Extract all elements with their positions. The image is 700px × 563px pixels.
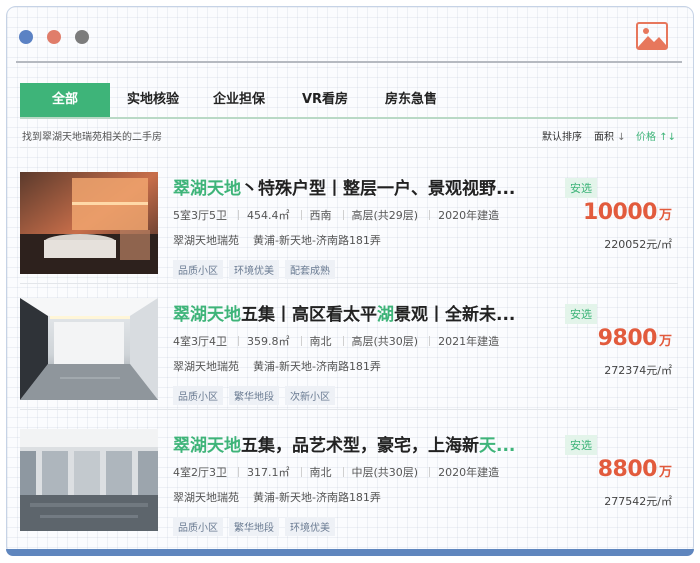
- spec-area: 359.8㎡: [247, 335, 290, 348]
- unit-price: 220052元/㎡: [604, 238, 672, 251]
- sort-price-label: 价格: [636, 132, 656, 143]
- title-keyword: 翠湖天地: [173, 436, 241, 456]
- arrow-down-icon: ↓: [617, 132, 626, 143]
- price-number: 10000: [582, 200, 658, 225]
- price-number: 8800: [597, 457, 658, 482]
- spec-year: 2020年建造: [438, 209, 500, 222]
- listing-address: 翠湖天地瑞苑 黄浦-新天地-济南路181弄: [173, 358, 381, 374]
- price-unit: 万: [658, 208, 672, 223]
- listing-photo[interactable]: [20, 172, 158, 274]
- title-text: 丶特殊户型丨整层一户、景观视野...: [241, 179, 516, 199]
- spec-layout: 4室3厅4卫: [173, 335, 227, 348]
- title-keyword: 天...: [479, 436, 516, 456]
- sort-default[interactable]: 默认排序: [542, 128, 582, 143]
- window-dot-gray[interactable]: [75, 30, 89, 44]
- tag: 品质小区: [173, 517, 223, 536]
- verified-badge: 安选: [565, 178, 597, 198]
- tag: 繁华地段: [229, 517, 279, 536]
- title-text: 五集，品艺术型，豪宅，上海新: [241, 436, 479, 456]
- title-keyword: 翠湖天地: [173, 305, 241, 325]
- tag: 环境优美: [285, 517, 335, 536]
- unit-price: 277542元/㎡: [604, 495, 672, 508]
- tag: 环境优美: [229, 260, 279, 279]
- listing-photo[interactable]: [20, 429, 158, 531]
- verified-badge: 安选: [565, 304, 597, 324]
- listing-title[interactable]: 翠湖天地五集，品艺术型，豪宅，上海新天...: [173, 431, 545, 456]
- community-link[interactable]: 翠湖天地瑞苑: [173, 360, 239, 373]
- sort-area[interactable]: 面积 ↓: [594, 128, 626, 143]
- listing-card[interactable]: 翠湖天地五集，品艺术型，豪宅，上海新天... 安选 4室2厅3卫 317.1㎡ 南北…: [20, 429, 678, 547]
- sort-toggle-icon: ↑↓: [659, 132, 676, 143]
- listing-address: 翠湖天地瑞苑 黄浦-新天地-济南路181弄: [173, 489, 381, 505]
- sort-area-label: 面积: [594, 132, 614, 143]
- community-link[interactable]: 翠湖天地瑞苑: [173, 234, 239, 247]
- listing-specs: 4室3厅4卫 359.8㎡ 南北 高层(共30层) 2021年建造: [173, 333, 499, 349]
- filter-tabs: 全部 实地核验 企业担保 VR看房 房东急售: [20, 83, 678, 119]
- tab-vr-tour[interactable]: VR看房: [282, 83, 368, 117]
- tab-urgent-sale[interactable]: 房东急售: [368, 83, 454, 117]
- tab-enterprise-guarantee[interactable]: 企业担保: [196, 83, 282, 117]
- title-text: 景观丨全新未...: [394, 305, 516, 325]
- result-hint: 找到翠湖天地瑞苑相关的二手房: [22, 132, 162, 143]
- total-price: 8800 万: [598, 457, 672, 482]
- spec-year: 2021年建造: [438, 335, 500, 348]
- community-link[interactable]: 翠湖天地瑞苑: [173, 491, 239, 504]
- spec-orientation: 南北: [309, 466, 332, 479]
- title-keyword: 湖: [377, 305, 394, 325]
- row-divider: [20, 409, 678, 410]
- row-divider: [20, 283, 678, 284]
- listing-tags: 品质小区 繁华地段 次新小区: [173, 385, 341, 405]
- location-text: 黄浦-新天地-济南路181弄: [253, 491, 381, 504]
- listing-specs: 4室2厅3卫 317.1㎡ 南北 中层(共30层) 2020年建造: [173, 464, 499, 480]
- tag: 配套成熟: [285, 260, 335, 279]
- listing-title[interactable]: 翠湖天地五集丨高区看太平湖景观丨全新未...: [173, 300, 545, 325]
- sort-default-label: 默认排序: [542, 132, 582, 143]
- location-text: 黄浦-新天地-济南路181弄: [253, 234, 381, 247]
- image-icon: [636, 22, 668, 50]
- tab-onsite-verified[interactable]: 实地核验: [110, 83, 196, 117]
- total-price: 9800 万: [598, 326, 672, 351]
- price-unit: 万: [658, 334, 672, 349]
- location-text: 黄浦-新天地-济南路181弄: [253, 360, 381, 373]
- listing-photo[interactable]: [20, 298, 158, 400]
- unit-price: 272374元/㎡: [604, 364, 672, 377]
- spec-orientation: 西南: [309, 209, 332, 222]
- list-divider: [20, 147, 678, 148]
- listing-card[interactable]: 翠湖天地丶特殊户型丨整层一户、景观视野... 安选 5室3厅5卫 454.4㎡ 西南…: [20, 172, 678, 290]
- spec-layout: 4室2厅3卫: [173, 466, 227, 479]
- price-unit: 万: [658, 465, 672, 480]
- title-text: 五集丨高区看太平: [241, 305, 377, 325]
- tag: 繁华地段: [229, 386, 279, 405]
- tag: 次新小区: [285, 386, 335, 405]
- window-bottom-bar: [6, 549, 694, 556]
- listing-title[interactable]: 翠湖天地丶特殊户型丨整层一户、景观视野...: [173, 174, 545, 199]
- spec-orientation: 南北: [309, 335, 332, 348]
- spec-floor: 高层(共30层): [351, 335, 419, 348]
- tag: 品质小区: [173, 386, 223, 405]
- spec-year: 2020年建造: [438, 466, 500, 479]
- listing-specs: 5室3厅5卫 454.4㎡ 西南 高层(共29层) 2020年建造: [173, 207, 499, 223]
- listing-card[interactable]: 翠湖天地五集丨高区看太平湖景观丨全新未... 安选 4室3厅4卫 359.8㎡ 南北…: [20, 298, 678, 416]
- total-price: 10000 万: [583, 200, 672, 225]
- listing-tags: 品质小区 繁华地段 环境优美: [173, 516, 341, 536]
- title-keyword: 翠湖天地: [173, 179, 241, 199]
- spec-floor: 高层(共29层): [351, 209, 419, 222]
- spec-area: 317.1㎡: [247, 466, 290, 479]
- window-dot-blue[interactable]: [19, 30, 33, 44]
- spec-area: 454.4㎡: [247, 209, 290, 222]
- price-number: 9800: [597, 326, 658, 351]
- spec-floor: 中层(共30层): [351, 466, 419, 479]
- sort-price[interactable]: 价格 ↑↓: [636, 128, 676, 143]
- title-divider: [16, 61, 682, 63]
- spec-layout: 5室3厅5卫: [173, 209, 227, 222]
- window-dot-red[interactable]: [47, 30, 61, 44]
- verified-badge: 安选: [565, 435, 597, 455]
- tab-all[interactable]: 全部: [20, 83, 110, 117]
- listing-address: 翠湖天地瑞苑 黄浦-新天地-济南路181弄: [173, 232, 381, 248]
- tag: 品质小区: [173, 260, 223, 279]
- listing-tags: 品质小区 环境优美 配套成熟: [173, 259, 341, 279]
